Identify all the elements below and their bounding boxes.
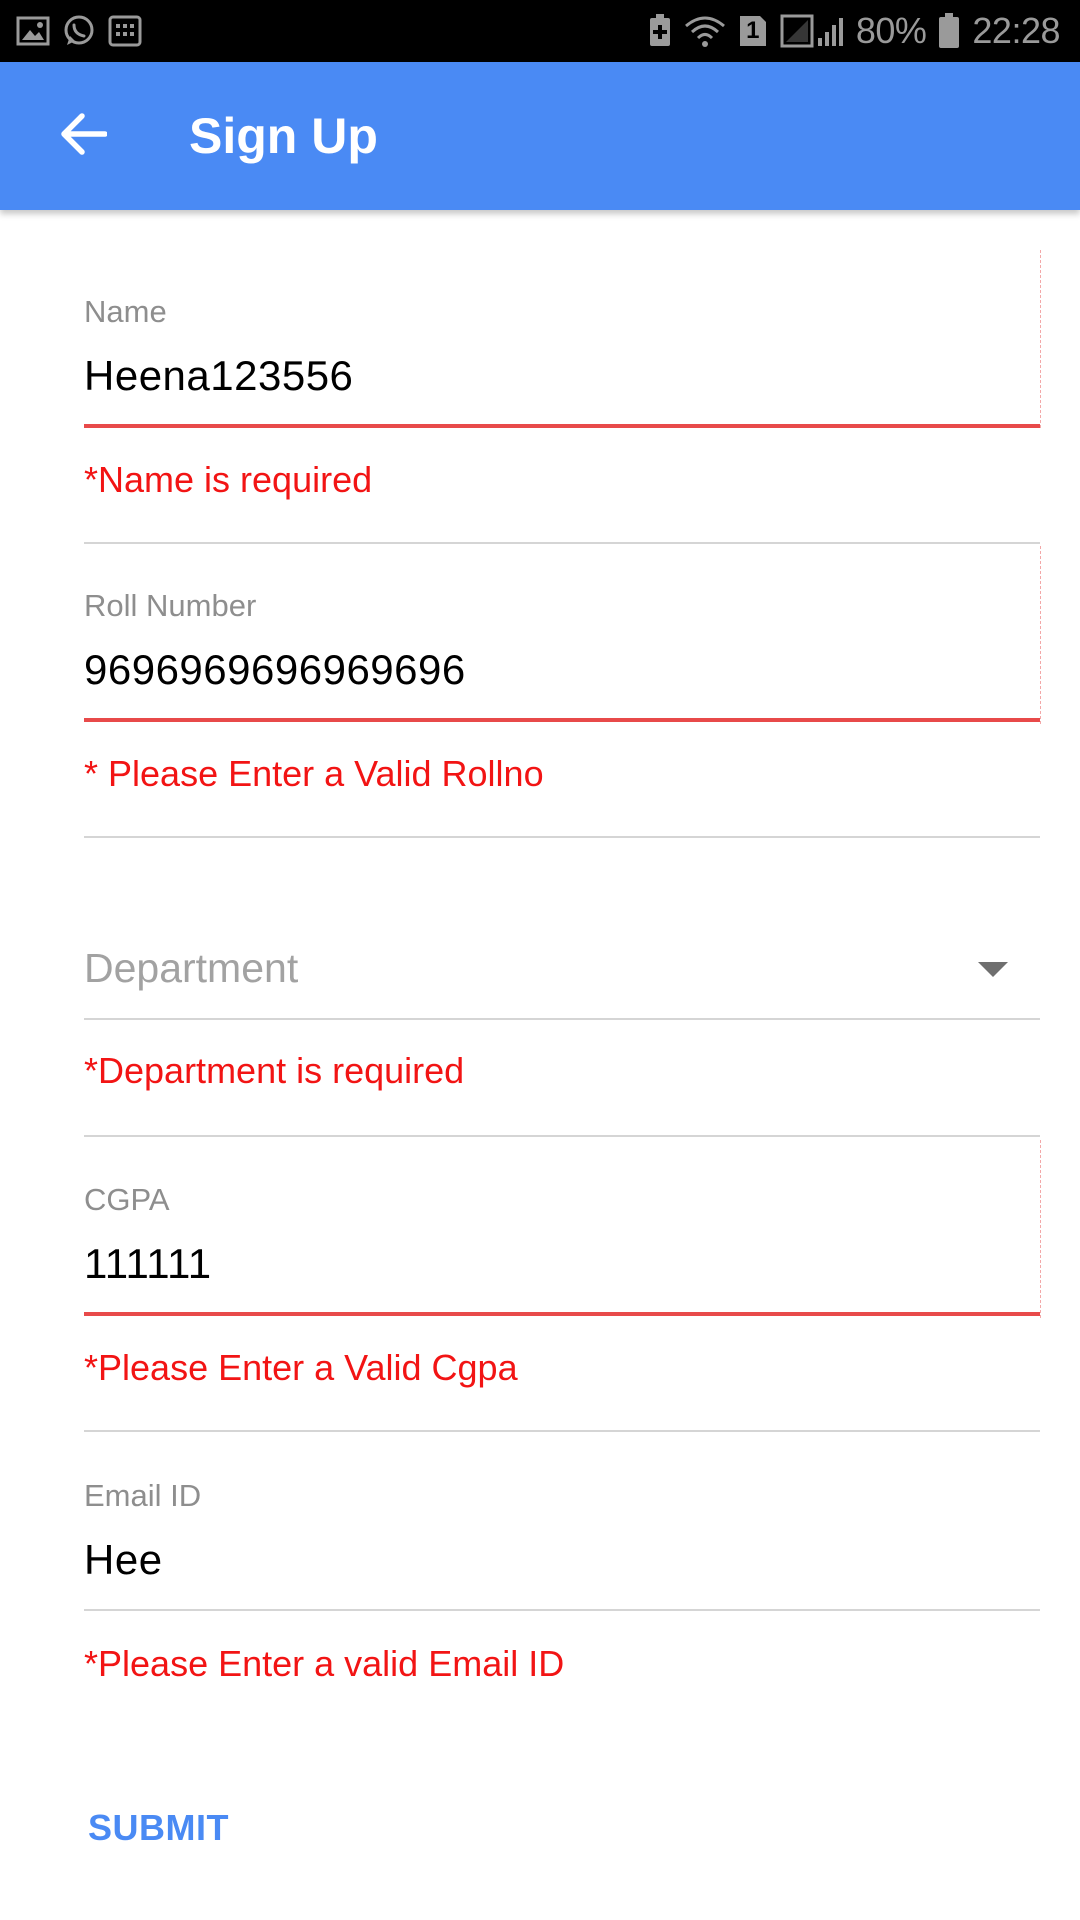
name-field: Name *Name is required <box>84 250 1041 544</box>
signal-strength-icon <box>780 14 844 48</box>
wifi-icon <box>684 14 726 48</box>
email-label: Email ID <box>84 1478 202 1513</box>
name-error: *Name is required <box>84 459 373 500</box>
department-placeholder: Department <box>84 945 299 991</box>
department-field: Department *Department is required <box>84 945 1040 1145</box>
roll-number-error: * Please Enter a Valid Rollno <box>84 753 544 794</box>
cgpa-input-box[interactable]: CGPA <box>84 1140 1041 1318</box>
page-title: Sign Up <box>189 108 378 164</box>
email-error: *Please Enter a valid Email ID <box>84 1643 565 1684</box>
dropdown-arrow-icon <box>978 962 1008 977</box>
roll-number-underline <box>84 718 1040 722</box>
system-status-icons: 1 80% 22:28 <box>648 8 1060 54</box>
cgpa-underline <box>84 1312 1040 1316</box>
cgpa-error: *Please Enter a Valid Cgpa <box>84 1347 518 1388</box>
cgpa-label: CGPA <box>84 1182 170 1217</box>
gallery-notification-icon <box>16 16 50 46</box>
roll-number-divider <box>84 836 1040 838</box>
sim-slot-number: 1 <box>746 17 760 44</box>
submit-button[interactable]: SUBMIT <box>88 1808 229 1848</box>
back-button[interactable] <box>40 96 128 176</box>
battery-icon <box>938 13 960 49</box>
department-divider <box>84 1135 1040 1137</box>
department-underline <box>84 1018 1040 1020</box>
roll-number-input[interactable] <box>84 646 1024 694</box>
department-select[interactable]: Department <box>84 945 1040 1065</box>
email-input-box[interactable]: Email ID <box>84 1436 1040 1614</box>
whatsapp-notification-icon <box>62 14 96 48</box>
app-bar: Sign Up <box>0 62 1080 210</box>
cgpa-input[interactable] <box>84 1240 1024 1288</box>
roll-number-input-box[interactable]: Roll Number <box>84 546 1041 724</box>
name-input[interactable] <box>84 352 1024 400</box>
name-input-box[interactable]: Name <box>84 250 1041 428</box>
battery-percentage: 80% <box>855 10 927 51</box>
name-divider <box>84 542 1040 544</box>
sim-card-icon: 1 <box>738 14 768 48</box>
clock: 22:28 <box>972 10 1060 51</box>
email-field: Email ID *Please Enter a valid Email ID <box>84 1436 1040 1686</box>
email-underline <box>84 1609 1040 1611</box>
cgpa-divider <box>84 1430 1040 1432</box>
department-error: *Department is required <box>84 1050 465 1091</box>
battery-saver-icon <box>648 14 672 48</box>
sign-up-screen: 1 80% 22:28 Sign Up Name Heena123556 *Na… <box>0 0 1080 1920</box>
name-label: Name <box>84 294 167 329</box>
calendar-notification-icon <box>108 15 142 47</box>
notification-icons <box>16 12 142 50</box>
cgpa-field: CGPA *Please Enter a Valid Cgpa <box>84 1140 1041 1432</box>
status-bar: 1 80% 22:28 <box>0 0 1080 62</box>
roll-number-field: Roll Number * Please Enter a Valid Rolln… <box>84 546 1041 838</box>
email-input[interactable] <box>84 1536 1024 1584</box>
roll-number-label: Roll Number <box>84 588 257 623</box>
name-underline <box>84 424 1040 428</box>
back-arrow-icon <box>61 112 108 160</box>
